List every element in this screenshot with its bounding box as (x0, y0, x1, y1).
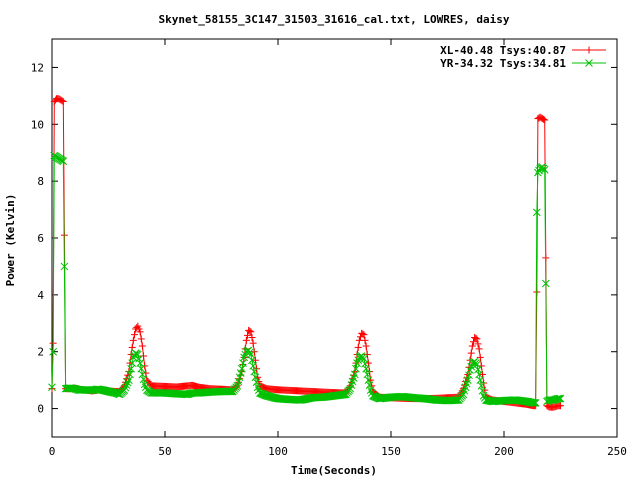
x-tick-label: 250 (607, 445, 627, 458)
x-tick-label: 50 (158, 445, 171, 458)
data-point (362, 342, 370, 350)
y-axis-ticks: 0 2 4 6 8 10 12 (31, 61, 617, 416)
y-tick-label: 12 (31, 61, 44, 74)
data-point (361, 336, 369, 344)
data-point (475, 345, 483, 353)
data-point (474, 365, 482, 374)
data-point (476, 353, 484, 361)
chart-svg: Skynet_58155_3C147_31503_31616_cal.txt, … (4, 13, 627, 477)
y-tick-label: 2 (37, 346, 44, 359)
y-axis-label: Power (Kelvin) (4, 194, 17, 287)
plot-border (51, 38, 618, 438)
y-tick-label: 10 (31, 118, 44, 131)
data-point (129, 336, 137, 344)
data-point (363, 351, 371, 359)
series-yr (48, 151, 565, 407)
chart: Skynet_58155_3C147_31503_31616_cal.txt, … (0, 0, 640, 480)
series-line (51, 98, 561, 408)
data-point (139, 375, 148, 384)
chart-title-group: Skynet_58155_3C147_31503_31616_cal.txt, … (159, 13, 510, 26)
legend-swatch-marker (585, 46, 593, 54)
legend: XL-40.48 Tsys:40.87YR-34.32 Tsys:34.81 (440, 44, 606, 70)
legend-label: YR-34.32 Tsys:34.81 (440, 57, 566, 70)
y-tick-label: 4 (37, 289, 44, 302)
data-point (137, 335, 145, 343)
x-tick-label: 150 (381, 445, 401, 458)
data-point (467, 349, 475, 357)
y-tick-label: 6 (37, 232, 44, 245)
x-tick-label: 0 (49, 445, 56, 458)
data-point (138, 342, 146, 350)
x-tick-label: 200 (494, 445, 514, 458)
y-tick-label: 8 (37, 175, 44, 188)
chart-title: Skynet_58155_3C147_31503_31616_cal.txt, … (159, 13, 510, 26)
plot-area (51, 38, 618, 438)
y-tick-label: 0 (37, 403, 44, 416)
data-point (361, 359, 369, 368)
series-layer (48, 95, 565, 411)
data-point (354, 343, 362, 351)
x-axis-label: Time(Seconds) (291, 464, 377, 477)
data-point (140, 352, 148, 360)
data-point (249, 339, 257, 347)
legend-label: XL-40.48 Tsys:40.87 (440, 44, 566, 57)
series-xl (48, 95, 564, 411)
x-tick-label: 100 (268, 445, 288, 458)
